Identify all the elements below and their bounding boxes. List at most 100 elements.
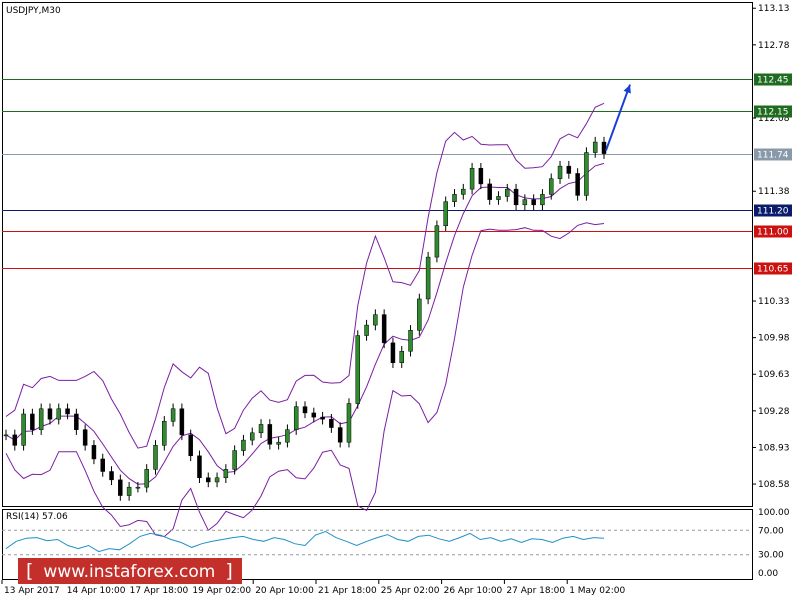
candle-body	[144, 469, 149, 488]
watermark-bracket-close: ]	[225, 560, 233, 582]
candle-body	[496, 196, 501, 200]
candle-body	[30, 413, 35, 430]
candle-body	[478, 167, 484, 185]
candle-body	[293, 406, 299, 430]
candle-body	[601, 141, 607, 154]
candle-body	[337, 427, 343, 443]
candle-body	[214, 477, 220, 483]
candle-body	[399, 350, 404, 363]
candle-body	[302, 406, 308, 414]
chart-window: USDJPY,M30 RSI(14) 57.06 113.13 112.78 112…	[0, 0, 800, 600]
price-tick-label: 109.98	[758, 334, 790, 344]
candle-body	[47, 408, 53, 420]
time-tick-label: 14 Apr 10:00	[67, 586, 126, 596]
candle-body	[531, 199, 536, 206]
watermark-banner: [www.instaforex.com]	[18, 558, 242, 584]
candle-body	[100, 458, 105, 472]
candle-body	[381, 314, 387, 344]
candle-body	[355, 335, 361, 404]
watermark-text: www.instaforex.com	[43, 562, 216, 582]
candle-body	[276, 441, 281, 445]
candle-body	[38, 408, 44, 430]
candle-body	[179, 408, 185, 436]
level-label: 112.45	[757, 76, 789, 86]
rsi-label: RSI(14) 57.06	[6, 512, 68, 522]
candle-body	[82, 429, 88, 446]
time-tick-label: 20 Apr 10:00	[255, 586, 314, 596]
level-label: 111.00	[757, 228, 789, 238]
candle-body	[135, 486, 141, 489]
forecast-arrow-head	[623, 84, 631, 94]
price-tick-label: 110.33	[758, 297, 790, 307]
price-tick-label: 109.28	[758, 407, 790, 417]
candle-body	[21, 413, 26, 446]
level-label: 112.15	[757, 108, 789, 118]
candle-body	[118, 479, 123, 496]
candle-body	[258, 424, 264, 434]
level-label: 111.74	[757, 151, 789, 161]
rsi-tick-label: 30.00	[758, 551, 784, 561]
candle-body	[592, 141, 598, 153]
forecast-arrow-shaft	[605, 84, 631, 151]
candle-body	[65, 408, 70, 415]
candle-body	[206, 477, 211, 483]
candle-body	[153, 445, 158, 470]
time-tick-label: 17 Apr 18:00	[130, 586, 189, 596]
candle-body	[513, 188, 519, 206]
rsi-tick-label: 0.00	[758, 569, 778, 579]
candle-body	[557, 165, 563, 179]
chart-canvas: USDJPY,M30 RSI(14) 57.06 113.13 112.78 112…	[1, 2, 792, 596]
price-panel-frame	[2, 2, 753, 507]
candle-body	[434, 225, 440, 258]
candle-body	[443, 201, 448, 226]
time-tick-label: 19 Apr 02:00	[192, 586, 251, 596]
candle-body	[364, 324, 369, 336]
time-tick-label: 25 Apr 02:00	[381, 586, 440, 596]
candle-body	[320, 416, 325, 420]
candle-body	[267, 424, 273, 445]
level-label: 111.20	[757, 207, 789, 217]
candle-body	[232, 450, 237, 470]
candle-body	[241, 439, 246, 451]
candle-body	[390, 342, 396, 363]
price-tick-label: 108.58	[758, 480, 790, 490]
candle-body	[408, 330, 413, 352]
candle-body	[109, 471, 114, 481]
candle-body	[170, 408, 176, 422]
time-tick-label: 27 Apr 18:00	[506, 586, 565, 596]
rsi-line	[5, 530, 605, 553]
candle-body	[3, 434, 9, 437]
rsi-tick-label: 70.00	[758, 526, 784, 536]
bollinger-lower-band	[5, 222, 605, 538]
candle-body	[346, 403, 352, 443]
price-tick-label: 113.13	[758, 4, 790, 14]
candle-body	[540, 194, 545, 206]
candle-body	[522, 199, 528, 206]
candle-body	[311, 412, 317, 418]
bollinger-middle-band	[5, 162, 605, 485]
time-tick-label: 21 Apr 18:00	[318, 586, 377, 596]
candle-body	[425, 256, 431, 300]
candle-body	[469, 167, 475, 190]
candle-body	[249, 432, 255, 441]
candle-body	[91, 445, 97, 460]
price-tick-label: 111.38	[758, 187, 790, 197]
candle-body	[487, 183, 492, 200]
level-label: 110.65	[757, 265, 789, 275]
price-tick-label: 112.78	[758, 41, 790, 51]
rsi-tick-label: 100.00	[758, 508, 790, 518]
candle-body	[575, 173, 580, 196]
candle-body	[162, 421, 167, 446]
candle-body	[329, 418, 334, 428]
time-tick-label: 26 Apr 10:00	[444, 586, 503, 596]
chart-title: USDJPY,M30	[6, 6, 61, 16]
time-tick-label: 13 Apr 2017	[4, 586, 60, 596]
candle-body	[74, 413, 79, 430]
candle-body	[584, 152, 589, 196]
candle-body	[223, 469, 229, 479]
candle-body	[126, 486, 132, 496]
candle-body	[285, 429, 290, 443]
candle-body	[188, 434, 193, 457]
candle-body	[417, 298, 422, 331]
candle-body	[505, 188, 510, 197]
